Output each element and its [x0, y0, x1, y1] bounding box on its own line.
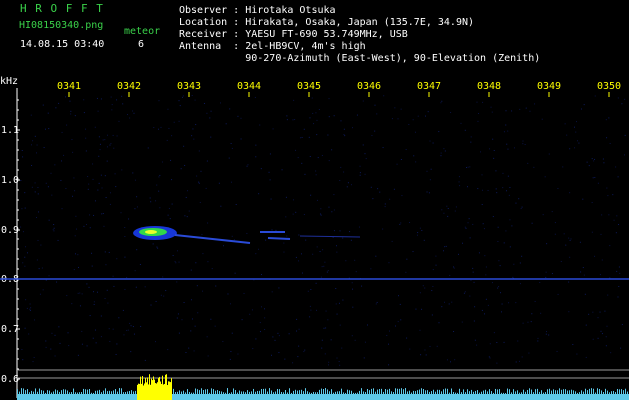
x-axis-labels: 0341 0342 0343 0344 0345 0346 0347 0348 0349 0350 — [57, 81, 621, 97]
x-tick-label: 0348 — [477, 81, 501, 92]
y-tick-label: 0.9 — [1, 225, 19, 236]
x-tick-label: 0345 — [297, 81, 321, 92]
x-tick-label: 0341 — [57, 81, 81, 92]
x-tick-label: 0344 — [237, 81, 261, 92]
axis-unit: kHz — [0, 76, 18, 87]
meteor-trace — [133, 226, 361, 244]
y-tick-label: 1.1 — [1, 125, 19, 136]
x-tick-label: 0342 — [117, 81, 141, 92]
x-tick-label: 0346 — [357, 81, 381, 92]
y-tick-label: 0.6 — [1, 374, 19, 385]
x-tick-label: 0349 — [537, 81, 561, 92]
noise-field — [20, 95, 626, 366]
spectrogram: kHz 1.11.00.90.80.70.6 0341 0342 0343 0344 0… — [0, 76, 629, 400]
x-tick-label: 0347 — [417, 81, 441, 92]
y-tick-label: 1.0 — [1, 175, 19, 186]
y-tick-label: 0.7 — [1, 324, 19, 335]
x-tick-label: 0350 — [597, 81, 621, 92]
x-tick-label: 0343 — [177, 81, 201, 92]
